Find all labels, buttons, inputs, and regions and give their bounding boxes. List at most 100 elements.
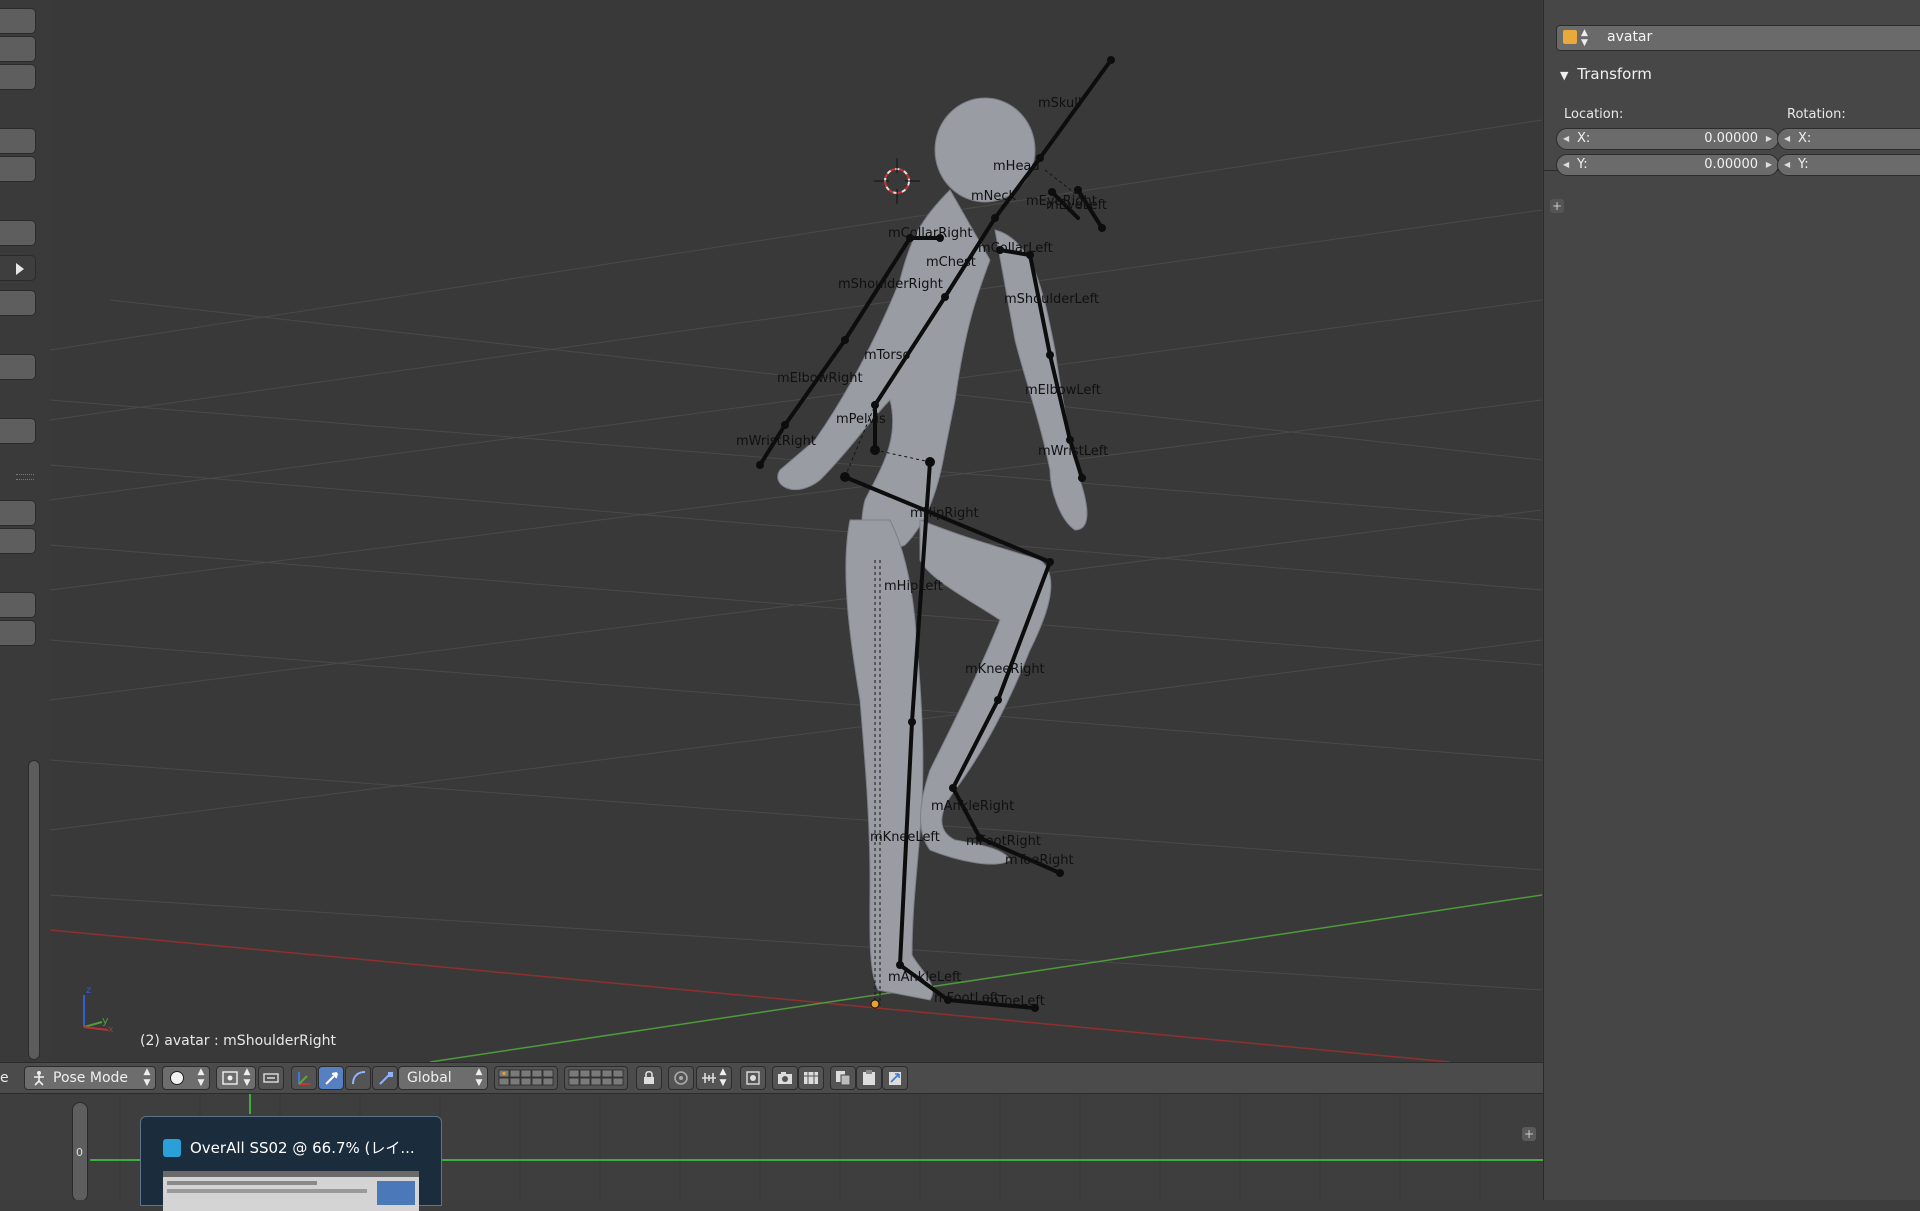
add-region-icon[interactable]: + — [1522, 1127, 1536, 1141]
bone-label: mCollarLeft — [978, 241, 1053, 256]
tool-shelf-scrollbar[interactable] — [28, 760, 40, 1060]
tool-shelf-button[interactable] — [0, 156, 36, 182]
paste-pose-icon — [863, 1070, 875, 1085]
updown-arrows-icon: ▲ ▼ — [197, 1067, 205, 1088]
tool-shelf-strip — [0, 0, 51, 1062]
snap-element-dropdown[interactable]: ▲ ▼ — [696, 1066, 732, 1090]
render-only-button[interactable] — [772, 1066, 798, 1090]
lock-camera-button[interactable] — [636, 1066, 662, 1090]
paste-flipped-icon — [889, 1072, 901, 1085]
scale-manipulator-button[interactable] — [372, 1066, 398, 1090]
layer-icon — [498, 1069, 554, 1086]
bone-label: mFootRight — [966, 834, 1041, 849]
3d-cursor-icon[interactable] — [874, 158, 920, 204]
location-y-value: 0.00000 — [1704, 157, 1758, 172]
bone-label: mEyeLeft — [1046, 198, 1108, 213]
transform-title: Transform — [1577, 65, 1652, 83]
tool-shelf-button[interactable] — [0, 8, 36, 34]
bone-label: mAnkleLeft — [888, 970, 962, 985]
render-icon — [778, 1072, 792, 1084]
manipulator-toggle-button[interactable] — [291, 1066, 317, 1090]
rotate-icon — [352, 1071, 366, 1085]
tool-shelf-button[interactable] — [0, 500, 36, 526]
tool-shelf-button[interactable] — [0, 36, 36, 62]
object-origin-point[interactable] — [870, 999, 880, 1009]
decrement-arrow-icon[interactable]: ◀ — [1563, 129, 1569, 149]
updown-arrows-icon: ▲ ▼ — [1581, 28, 1588, 48]
taskbar-window-title: OverAll SS02 @ 66.7% (レイ... — [190, 1139, 415, 1157]
bone-label: mWristRight — [736, 434, 816, 449]
paste-flipped-pose-button[interactable] — [882, 1066, 908, 1090]
manipulator-icon — [298, 1072, 310, 1085]
tool-shelf-button[interactable] — [0, 620, 36, 646]
increment-arrow-icon[interactable]: ▶ — [1766, 129, 1772, 149]
transform-panel-header[interactable]: ▼ Transform — [1560, 65, 1652, 83]
decrement-arrow-icon[interactable]: ◀ — [1563, 155, 1569, 175]
viewport-shading-dropdown[interactable]: ▲ ▼ — [162, 1066, 210, 1090]
tool-shelf-button[interactable] — [0, 64, 36, 90]
object-cube-icon — [1563, 30, 1577, 44]
viewport-canvas: z y x — [50, 56, 1542, 1062]
transform-orientation-dropdown[interactable]: Global ▲ ▼ — [398, 1066, 488, 1090]
decrement-arrow-icon[interactable]: ◀ — [1784, 155, 1790, 175]
layer-icon — [568, 1069, 624, 1086]
scale-icon — [379, 1072, 393, 1085]
pivot-manipulate-center-button[interactable] — [258, 1066, 284, 1090]
pivot-icon — [222, 1071, 238, 1085]
increment-arrow-icon[interactable]: ▶ — [1766, 155, 1772, 175]
proportional-editing-button[interactable] — [668, 1066, 694, 1090]
axis-z-label: z — [86, 985, 91, 996]
snap-target-button[interactable] — [740, 1066, 766, 1090]
updown-arrows-icon: ▲ ▼ — [719, 1067, 727, 1088]
pivot-point-dropdown[interactable]: ▲ ▼ — [216, 1066, 256, 1090]
location-x-value: 0.00000 — [1704, 131, 1758, 146]
object-name-value: avatar — [1607, 29, 1653, 45]
tool-shelf-button[interactable] — [0, 418, 36, 444]
bone-label: mChest — [926, 255, 976, 270]
add-panel-icon[interactable]: + — [1550, 199, 1564, 213]
paste-pose-button[interactable] — [856, 1066, 882, 1090]
3d-view-header: e Pose Mode ▲ ▼ ▲ ▼ ▲ ▼ Global ▲ ▼ ▲ ▼ — [0, 1062, 1543, 1094]
bone-label: mKneeLeft — [870, 830, 940, 845]
location-y-field[interactable]: ◀ Y: 0.00000 ▶ — [1556, 154, 1779, 176]
tool-shelf-button[interactable] — [0, 128, 36, 154]
window-thumbnail — [163, 1171, 419, 1211]
bone-label: mHead — [993, 159, 1040, 174]
decrement-arrow-icon[interactable]: ◀ — [1784, 129, 1790, 149]
mode-dropdown[interactable]: Pose Mode ▲ ▼ — [24, 1066, 156, 1090]
timeline-frame-label: 0 — [76, 1146, 83, 1159]
layer-buttons-group-1[interactable] — [494, 1066, 558, 1090]
tool-shelf-button[interactable] — [0, 354, 36, 380]
transform-panel-region: ▲ ▼ avatar ▼ Transform Location: Rotation… — [1544, 0, 1920, 176]
updown-arrows-icon: ▲ ▼ — [143, 1067, 151, 1088]
pose-icon — [34, 1071, 44, 1086]
translate-manipulator-button[interactable] — [318, 1066, 344, 1090]
rotation-x-field[interactable]: ◀ X: — [1777, 128, 1920, 150]
3d-viewport[interactable]: z y x mSkull mHead mNeck mEyeRight mEyeL… — [50, 0, 1542, 1062]
bone-label: mTorso — [864, 348, 911, 363]
rotate-manipulator-button[interactable] — [345, 1066, 371, 1090]
y-axis-line — [429, 894, 1542, 1062]
copy-pose-button[interactable] — [830, 1066, 856, 1090]
axis-x-label: x — [108, 1025, 114, 1035]
object-name-field[interactable]: ▲ ▼ avatar — [1556, 25, 1920, 51]
bone-label: mHipLeft — [884, 579, 943, 594]
render-animation-button[interactable] — [798, 1066, 824, 1090]
drag-grip-icon[interactable] — [16, 474, 34, 480]
expand-arrow-icon[interactable] — [0, 255, 36, 281]
tool-shelf-button[interactable] — [0, 290, 36, 316]
tool-shelf-button[interactable] — [0, 220, 36, 246]
rotation-y-field[interactable]: ◀ Y: — [1777, 154, 1920, 176]
snap-icon — [702, 1073, 716, 1083]
location-x-field[interactable]: ◀ X: 0.00000 ▶ — [1556, 128, 1779, 150]
taskbar-thumbnail-popup[interactable]: OverAll SS02 @ 66.7% (レイ... — [140, 1116, 442, 1211]
bone-label: mToeLeft — [986, 994, 1045, 1009]
tool-shelf-button[interactable] — [0, 528, 36, 554]
axis-gizmo: z y x — [83, 985, 114, 1035]
orientation-label: Global — [407, 1070, 452, 1086]
translate-icon — [325, 1072, 338, 1085]
layer-buttons-group-2[interactable] — [564, 1066, 628, 1090]
tool-shelf-button[interactable] — [0, 592, 36, 618]
bone-label: mElbowLeft — [1025, 383, 1101, 398]
bone-label: mWristLeft — [1038, 444, 1109, 459]
